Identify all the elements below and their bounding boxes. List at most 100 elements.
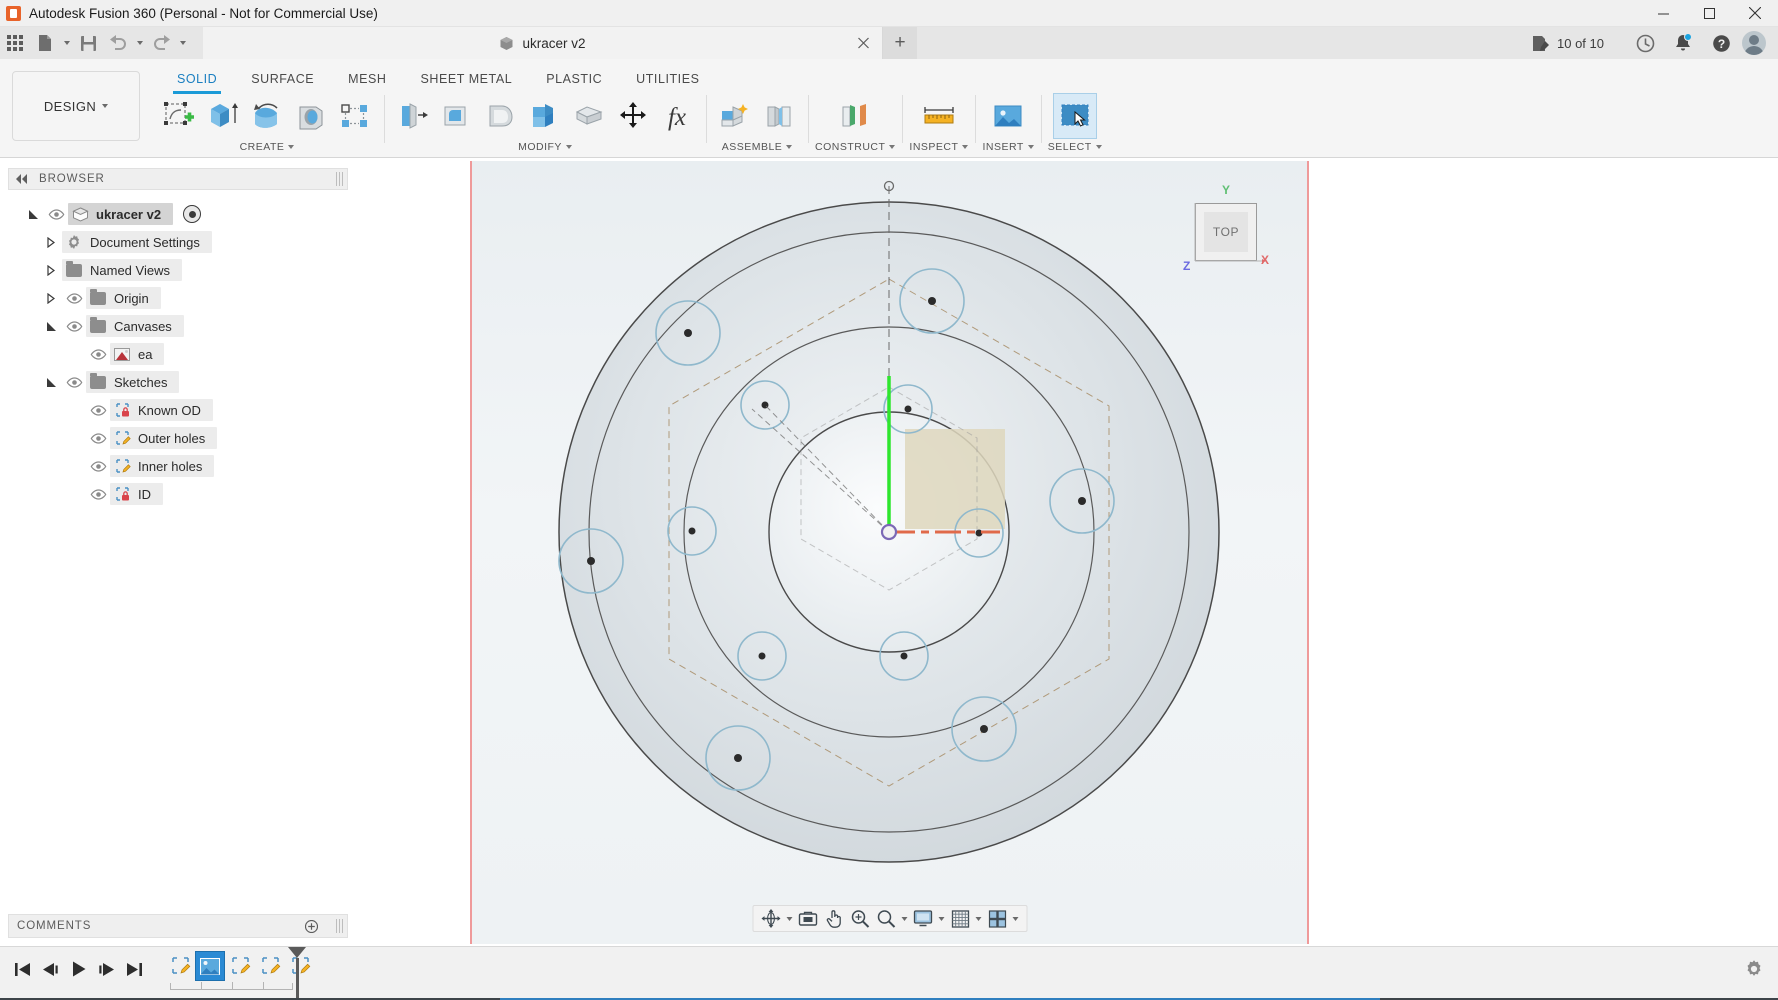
viewport[interactable]: TOP Y X Z bbox=[470, 161, 1309, 944]
tree-item-ukracer[interactable]: ukracer v2 bbox=[8, 200, 348, 228]
tab-sheet-metal[interactable]: SHEET METAL bbox=[403, 67, 529, 91]
revolve-icon[interactable] bbox=[245, 93, 289, 139]
view-cube-face-top[interactable]: TOP bbox=[1195, 203, 1257, 261]
new-file-caret-icon[interactable] bbox=[60, 28, 73, 58]
tab-plastic[interactable]: PLASTIC bbox=[529, 67, 619, 91]
timeline-end-marker[interactable] bbox=[288, 947, 306, 999]
twist-expanded-icon[interactable] bbox=[22, 209, 44, 220]
comments-resize-grip[interactable] bbox=[336, 919, 344, 933]
grid-snaps-caret-icon[interactable] bbox=[973, 906, 984, 931]
pan-icon[interactable] bbox=[821, 906, 847, 931]
insert-canvas-icon[interactable] bbox=[986, 93, 1030, 139]
chevron-down-icon[interactable] bbox=[565, 145, 572, 149]
visibility-eye-icon[interactable] bbox=[86, 404, 110, 416]
tree-item-known-od[interactable]: Known OD bbox=[8, 396, 348, 424]
tab-surface[interactable]: SURFACE bbox=[234, 67, 331, 91]
visibility-eye-icon[interactable] bbox=[62, 292, 86, 304]
twist-collapsed-icon[interactable] bbox=[40, 236, 62, 248]
orbit-caret-icon[interactable] bbox=[784, 906, 795, 931]
select-window-icon[interactable] bbox=[1052, 93, 1097, 139]
create-sketch-icon[interactable] bbox=[157, 93, 201, 139]
display-settings-caret-icon[interactable] bbox=[936, 906, 947, 931]
timeline-node-sketch-2[interactable] bbox=[225, 951, 255, 981]
tab-mesh[interactable]: MESH bbox=[331, 67, 403, 91]
press-pull-icon[interactable] bbox=[391, 93, 435, 139]
twist-expanded-icon[interactable] bbox=[40, 377, 62, 388]
comments-panel[interactable]: COMMENTS bbox=[8, 914, 348, 938]
close-button[interactable] bbox=[1732, 0, 1778, 27]
undo-icon[interactable] bbox=[103, 28, 133, 58]
step-forward-icon[interactable] bbox=[92, 955, 120, 983]
twist-collapsed-icon[interactable] bbox=[40, 292, 62, 304]
play-icon[interactable] bbox=[64, 955, 92, 983]
visibility-eye-icon[interactable] bbox=[62, 320, 86, 332]
tree-item-named-views[interactable]: Named Views bbox=[8, 256, 348, 284]
draft-icon[interactable] bbox=[523, 93, 567, 139]
viewports-caret-icon[interactable] bbox=[1010, 906, 1021, 931]
go-to-end-icon[interactable] bbox=[120, 955, 148, 983]
tree-item-sketches[interactable]: Sketches bbox=[8, 368, 348, 396]
change-parameters-icon[interactable]: fx bbox=[655, 93, 699, 139]
move-copy-icon[interactable] bbox=[611, 93, 655, 139]
orbit-icon[interactable] bbox=[758, 906, 784, 931]
document-tab[interactable]: ukracer v2 bbox=[203, 27, 883, 59]
tree-item-outer-holes[interactable]: Outer holes bbox=[8, 424, 348, 452]
look-at-icon[interactable] bbox=[795, 906, 821, 931]
visibility-eye-icon[interactable] bbox=[86, 348, 110, 360]
save-icon[interactable] bbox=[73, 28, 103, 58]
joint-icon[interactable] bbox=[757, 93, 801, 139]
view-cube[interactable]: TOP Y X Z bbox=[1169, 183, 1279, 283]
tree-item-ea[interactable]: ea bbox=[8, 340, 348, 368]
chevron-down-icon[interactable] bbox=[786, 145, 793, 149]
go-to-beginning-icon[interactable] bbox=[8, 955, 36, 983]
chevron-down-icon[interactable] bbox=[1095, 145, 1102, 149]
collapse-left-icon[interactable] bbox=[15, 174, 29, 184]
tree-item-document-settings[interactable]: Document Settings bbox=[8, 228, 348, 256]
new-component-icon[interactable] bbox=[713, 93, 757, 139]
clock-icon[interactable] bbox=[1626, 27, 1664, 59]
component-activate-radio[interactable] bbox=[183, 205, 202, 223]
visibility-eye-icon[interactable] bbox=[44, 208, 68, 220]
step-back-icon[interactable] bbox=[36, 955, 64, 983]
tree-item-origin[interactable]: Origin bbox=[8, 284, 348, 312]
visibility-eye-icon[interactable] bbox=[86, 488, 110, 500]
zoom-window-caret-icon[interactable] bbox=[899, 906, 910, 931]
tree-item-id[interactable]: ID bbox=[8, 480, 348, 508]
app-grid-icon[interactable] bbox=[0, 28, 30, 58]
display-settings-icon[interactable] bbox=[910, 906, 936, 931]
undo-caret-icon[interactable] bbox=[133, 28, 146, 58]
chevron-down-icon[interactable] bbox=[889, 145, 896, 149]
minimize-button[interactable] bbox=[1640, 0, 1686, 27]
twist-collapsed-icon[interactable] bbox=[40, 264, 62, 276]
tree-item-inner-holes[interactable]: Inner holes bbox=[8, 452, 348, 480]
tab-solid[interactable]: SOLID bbox=[160, 67, 234, 94]
maximize-button[interactable] bbox=[1686, 0, 1732, 27]
document-count[interactable]: 10 of 10 bbox=[1532, 35, 1604, 52]
chevron-down-icon[interactable] bbox=[288, 145, 295, 149]
twist-expanded-icon[interactable] bbox=[40, 321, 62, 332]
chevron-down-icon[interactable] bbox=[1027, 145, 1034, 149]
redo-caret-icon[interactable] bbox=[176, 28, 189, 58]
avatar[interactable] bbox=[1742, 31, 1766, 55]
new-file-icon[interactable] bbox=[30, 28, 60, 58]
visibility-eye-icon[interactable] bbox=[62, 376, 86, 388]
zoom-icon[interactable] bbox=[847, 906, 873, 931]
new-tab-button[interactable]: + bbox=[883, 27, 917, 59]
hole-icon[interactable] bbox=[289, 93, 333, 139]
timeline-node-canvas[interactable] bbox=[195, 951, 225, 981]
extrude-icon[interactable] bbox=[201, 93, 245, 139]
timeline-node-sketch-3[interactable] bbox=[255, 951, 285, 981]
browser-resize-grip[interactable] bbox=[336, 172, 344, 186]
pattern-icon[interactable] bbox=[333, 93, 377, 139]
fillet-icon[interactable] bbox=[435, 93, 479, 139]
scale-icon[interactable] bbox=[567, 93, 611, 139]
offset-plane-icon[interactable] bbox=[833, 93, 877, 139]
tab-utilities[interactable]: UTILITIES bbox=[619, 67, 716, 91]
tree-item-canvases[interactable]: Canvases bbox=[8, 312, 348, 340]
viewports-icon[interactable] bbox=[984, 906, 1010, 931]
zoom-window-icon[interactable] bbox=[873, 906, 899, 931]
workspace-selector[interactable]: DESIGN bbox=[12, 71, 140, 141]
grid-snaps-icon[interactable] bbox=[947, 906, 973, 931]
visibility-eye-icon[interactable] bbox=[86, 460, 110, 472]
shell-icon[interactable] bbox=[479, 93, 523, 139]
